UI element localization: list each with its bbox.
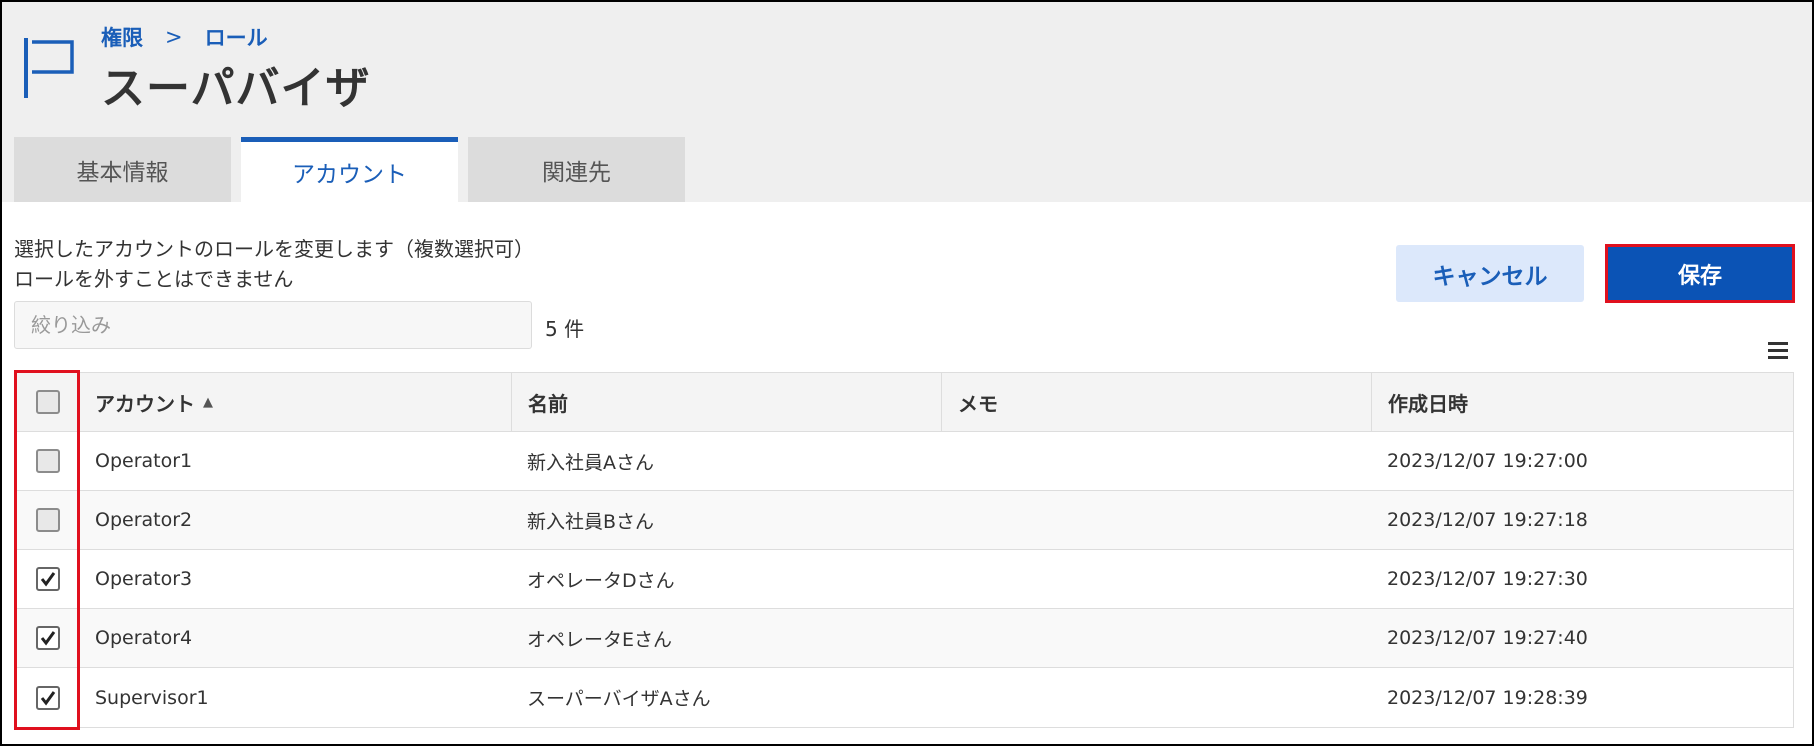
app-frame: 権限 > ロール スーパバイザ 基本情報 アカウント 関連先 選択したアカウント… [0, 0, 1814, 746]
cell-created: 2023/12/07 19:28:39 [1387, 686, 1588, 709]
cell-name: 新入社員Bさん [527, 510, 655, 533]
row-checkbox[interactable] [36, 449, 60, 473]
account-table: アカウント ▲ 名前 メモ 作成日時 Operator1 新入社員Aさん 202… [14, 372, 1794, 728]
cell-created: 2023/12/07 19:27:30 [1387, 568, 1588, 590]
row-checkbox[interactable] [36, 626, 60, 650]
header-memo[interactable]: メモ [941, 373, 1371, 431]
breadcrumb-item-permissions[interactable]: 権限 [101, 22, 143, 52]
filter-input[interactable] [14, 301, 532, 349]
cell-memo [941, 491, 1371, 549]
cell-account: Operator1 [95, 450, 193, 472]
description-line-2: ロールを外すことはできません [14, 267, 294, 291]
row-checkbox[interactable] [36, 685, 60, 710]
cell-account: Supervisor1 [95, 686, 209, 709]
header-name[interactable]: 名前 [511, 373, 941, 431]
cell-created: 2023/12/07 19:27:00 [1387, 450, 1588, 472]
cell-account: Operator4 [95, 627, 193, 649]
sort-ascending-icon: ▲ [203, 394, 213, 410]
tab-account[interactable]: アカウント [241, 137, 458, 202]
check-icon [40, 690, 56, 705]
result-count: 5 件 [545, 317, 585, 341]
breadcrumb: 権限 > ロール [101, 22, 268, 52]
cell-name: オペレータDさん [527, 569, 675, 592]
page-title: スーパバイザ [101, 63, 371, 114]
row-checkbox[interactable] [36, 508, 60, 532]
check-icon [40, 631, 56, 646]
cell-account: Operator3 [95, 568, 193, 590]
table-row[interactable]: Operator3 オペレータDさん 2023/12/07 19:27:30 [15, 550, 1793, 609]
cell-memo [941, 609, 1371, 667]
cell-memo [941, 550, 1371, 608]
table-header-row: アカウント ▲ 名前 メモ 作成日時 [15, 373, 1793, 432]
breadcrumb-separator: > [165, 25, 183, 49]
cell-created: 2023/12/07 19:27:18 [1387, 509, 1588, 531]
tab-bar: 基本情報 アカウント 関連先 [14, 137, 685, 202]
tab-basic-info[interactable]: 基本情報 [14, 137, 231, 202]
page-header: 権限 > ロール スーパバイザ 基本情報 アカウント 関連先 [2, 2, 1812, 202]
flag-icon [24, 38, 74, 98]
description: 選択したアカウントのロールを変更します（複数選択可） ロールを外すことはできませ… [14, 234, 534, 294]
table-row[interactable]: Operator2 新入社員Bさん 2023/12/07 19:27:18 [15, 491, 1793, 550]
cell-name: オペレータEさん [527, 628, 673, 651]
header-created[interactable]: 作成日時 [1371, 373, 1793, 431]
table-row[interactable]: Operator4 オペレータEさん 2023/12/07 19:27:40 [15, 609, 1793, 668]
row-checkbox[interactable] [36, 567, 60, 591]
select-all-checkbox[interactable] [36, 390, 60, 414]
cell-memo [941, 668, 1371, 727]
table-row[interactable]: Operator1 新入社員Aさん 2023/12/07 19:27:00 [15, 432, 1793, 491]
header-account-label: アカウント [95, 391, 195, 416]
check-icon [40, 572, 56, 587]
menu-icon[interactable] [1768, 342, 1788, 360]
header-checkbox-cell [15, 373, 81, 431]
cell-name: 新入社員Aさん [527, 451, 654, 474]
cell-memo [941, 432, 1371, 490]
cell-created: 2023/12/07 19:27:40 [1387, 627, 1588, 649]
description-line-1: 選択したアカウントのロールを変更します（複数選択可） [14, 237, 534, 261]
table-row[interactable]: Supervisor1 スーパーバイザAさん 2023/12/07 19:28:… [15, 668, 1793, 727]
cell-name: スーパーバイザAさん [527, 688, 711, 710]
breadcrumb-item-roles[interactable]: ロール [205, 22, 268, 52]
tab-related[interactable]: 関連先 [468, 137, 685, 202]
save-button[interactable]: 保存 [1605, 244, 1795, 303]
cancel-button[interactable]: キャンセル [1396, 245, 1584, 302]
header-account[interactable]: アカウント ▲ [81, 373, 511, 431]
cell-account: Operator2 [95, 509, 193, 531]
